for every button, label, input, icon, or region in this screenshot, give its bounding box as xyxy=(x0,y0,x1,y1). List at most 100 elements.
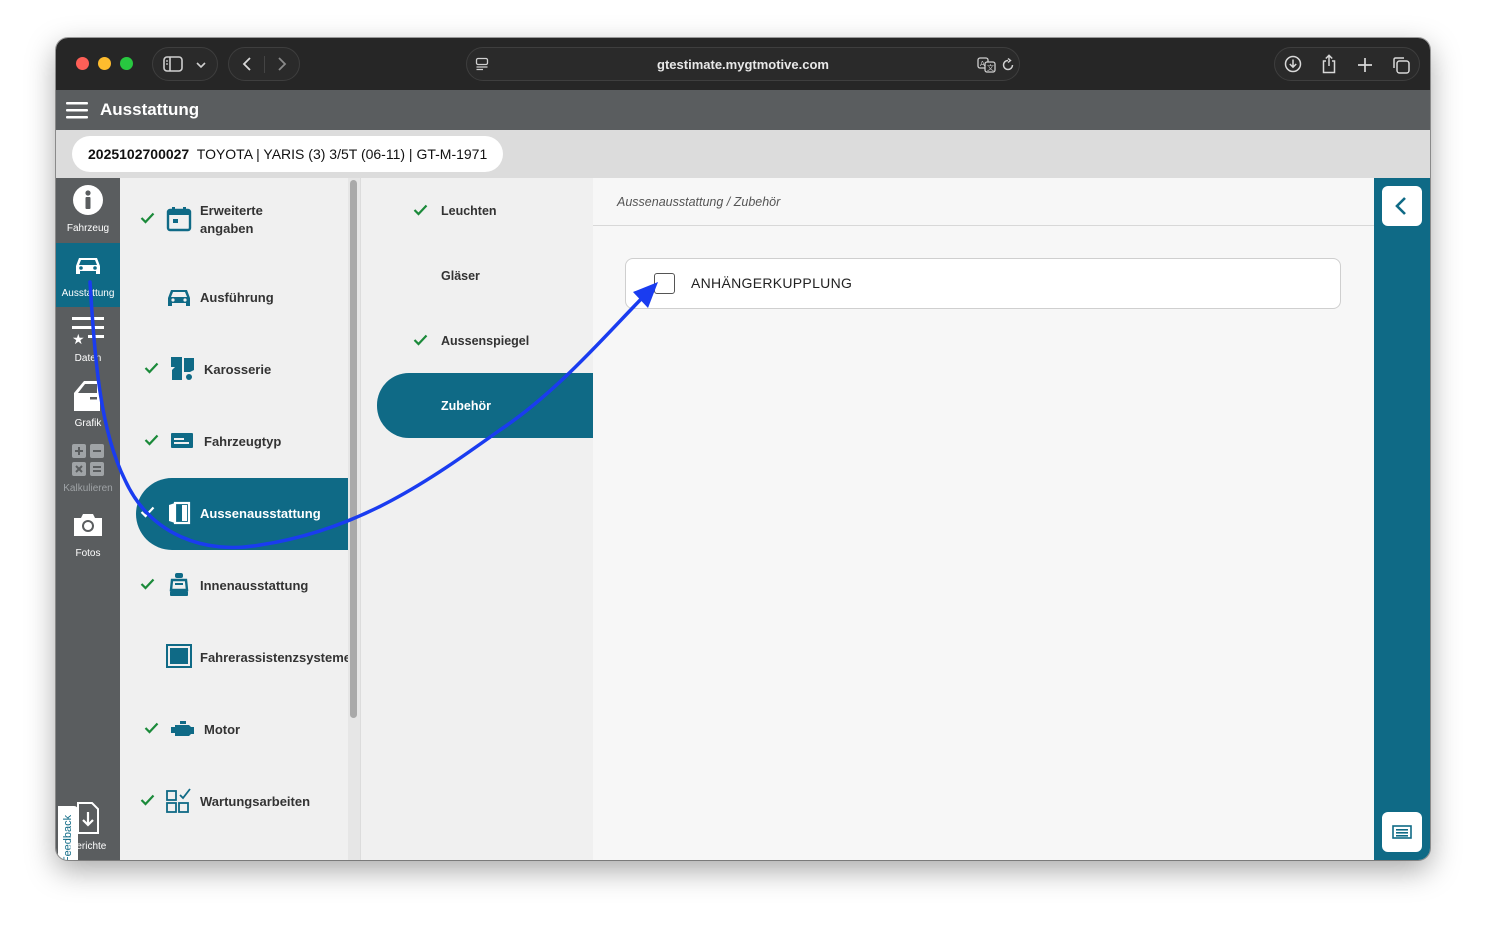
category-label-line1: Erweiterte angaben xyxy=(200,203,263,236)
car-front-icon xyxy=(168,290,190,306)
forward-icon[interactable] xyxy=(276,56,288,72)
check-icon xyxy=(140,506,155,518)
rail-item-fahrzeug[interactable]: Fahrzeug xyxy=(56,178,120,242)
left-rail: Fahrzeug Ausstattung ★ Daten Grafik Kalk… xyxy=(56,178,120,860)
category-item-innenausstattung[interactable]: Innenausstattung xyxy=(120,550,360,622)
reload-icon[interactable] xyxy=(1001,58,1015,72)
vehicle-description: TOYOTA | YARIS (3) 3/5T (06-11) | GT-M-1… xyxy=(196,146,488,162)
chevron-down-icon xyxy=(196,62,206,69)
category-item-motor[interactable]: Motor xyxy=(120,694,360,766)
category-label: Ausführung xyxy=(200,290,274,305)
list-card-icon xyxy=(1392,825,1412,839)
category-scrollbar-thumb[interactable] xyxy=(350,180,357,718)
rail-item-berichte[interactable]: Berichte xyxy=(56,795,120,859)
summary-button[interactable] xyxy=(1382,812,1422,852)
download-icon[interactable] xyxy=(1284,55,1302,73)
seat-icon xyxy=(169,573,189,596)
grid-check-icon xyxy=(166,788,191,813)
check-icon xyxy=(140,212,155,224)
minimize-window-button[interactable] xyxy=(98,57,111,70)
subcategory-item-glaeser[interactable]: Gläser xyxy=(361,243,594,308)
category-label: Motor xyxy=(204,722,241,737)
card-icon xyxy=(171,433,193,448)
rail-label: Fotos xyxy=(75,548,101,559)
tab-overview-icon[interactable] xyxy=(1392,56,1410,74)
back-icon[interactable] xyxy=(241,56,253,72)
rail-label: Grafik xyxy=(74,418,102,429)
rail-item-grafik[interactable]: Grafik xyxy=(56,373,120,437)
subcategory-label: Gläser xyxy=(441,268,480,283)
subcategory-label: Leuchten xyxy=(441,203,497,218)
category-label: Innenausstattung xyxy=(200,578,309,593)
rail-item-kalkulieren[interactable]: Kalkulieren xyxy=(56,438,120,502)
translate-icon[interactable]: A 文 xyxy=(977,57,997,73)
category-label: Erweiterte angaben xyxy=(200,184,263,256)
subcategory-item-zubehoer[interactable]: Zubehör xyxy=(377,373,594,438)
subcategory-label: Aussenspiegel xyxy=(441,333,530,348)
app-header: Ausstattung xyxy=(56,90,1430,130)
category-list: Erweiterteangaben Ausführung Karosserie xyxy=(120,178,360,860)
close-window-button[interactable] xyxy=(76,57,89,70)
screen-icon xyxy=(166,644,192,668)
browser-window: gtestimate.mygtmotive.com A 文 Ausstattun… xyxy=(56,38,1430,860)
hamburger-menu-icon[interactable] xyxy=(66,101,90,119)
check-icon xyxy=(413,204,428,216)
rail-label: Daten xyxy=(74,353,102,364)
svg-text:文: 文 xyxy=(987,63,994,72)
category-item-wartungsarbeiten[interactable]: Wartungsarbeiten xyxy=(120,766,360,838)
rail-item-ausstattung[interactable]: Ausstattung xyxy=(56,243,120,307)
report-download-icon xyxy=(77,802,99,834)
calculator-icon xyxy=(72,444,104,476)
vehicle-id: 2025102700027 xyxy=(88,146,190,162)
category-item-fahrerassistenzsysteme[interactable]: Fahrerassistenzsysteme xyxy=(120,622,360,694)
rail-item-fotos[interactable]: Fotos xyxy=(56,503,120,567)
check-icon xyxy=(144,722,159,734)
rail-label: Kalkulieren xyxy=(63,483,113,494)
check-icon xyxy=(144,362,159,374)
url-text: gtestimate.mygtmotive.com xyxy=(657,57,829,72)
camera-icon xyxy=(74,514,102,536)
category-item-ausfuehrung[interactable]: Ausführung xyxy=(120,262,360,334)
category-item-erweiterte-angaben[interactable]: Erweiterte angaben xyxy=(120,184,360,256)
collapse-panel-button[interactable] xyxy=(1382,186,1422,226)
subcategory-label: Zubehör xyxy=(441,398,491,413)
option-label: ANHÄNGERKUPPLUNG xyxy=(691,275,853,291)
zoom-window-button[interactable] xyxy=(120,57,133,70)
svg-text:★: ★ xyxy=(72,332,85,346)
category-label: Fahrerassistenzsysteme xyxy=(200,650,352,665)
category-item-aussenausstattung[interactable]: Aussenausstattung xyxy=(136,478,348,550)
rail-label: Ausstattung xyxy=(61,288,115,299)
rail-item-daten[interactable]: ★ Daten xyxy=(56,308,120,372)
engine-icon xyxy=(171,721,194,736)
right-panel xyxy=(1374,178,1430,860)
subcategory-item-leuchten[interactable]: Leuchten xyxy=(361,178,594,243)
address-bar[interactable]: gtestimate.mygtmotive.com A 文 xyxy=(466,47,1020,81)
calendar-icon xyxy=(166,207,192,232)
door-icon xyxy=(74,381,100,411)
category-label: Fahrzeugtyp xyxy=(204,434,282,449)
category-item-karosserie[interactable]: Karosserie xyxy=(120,334,360,406)
svg-text:A: A xyxy=(980,60,985,68)
rail-label: Fahrzeug xyxy=(66,223,110,234)
option-checkbox[interactable] xyxy=(654,273,675,294)
page-title: Ausstattung xyxy=(100,100,200,119)
door-panel-icon xyxy=(169,501,191,525)
chevron-left-icon xyxy=(1395,197,1406,215)
category-label: Karosserie xyxy=(204,362,272,377)
subcategory-item-aussenspiegel[interactable]: Aussenspiegel xyxy=(361,308,594,373)
car-icon xyxy=(76,258,100,274)
new-tab-icon[interactable] xyxy=(1357,57,1373,73)
info-icon xyxy=(73,185,103,215)
browser-toolbar: gtestimate.mygtmotive.com A 文 xyxy=(56,38,1430,90)
option-card-anhaengerkupplung[interactable]: ANHÄNGERKUPPLUNG xyxy=(625,258,1341,309)
sidebar-icon xyxy=(163,56,183,72)
category-label: Aussenausstattung xyxy=(200,506,321,521)
breadcrumb: Aussenausstattung / Zubehör xyxy=(617,195,781,209)
check-icon xyxy=(140,794,155,806)
category-item-fahrzeugtyp[interactable]: Fahrzeugtyp xyxy=(120,406,360,478)
browser-actions-group xyxy=(1274,47,1420,81)
vehicle-info-bar: 2025102700027 TOYOTA | YARIS (3) 3/5T (0… xyxy=(56,130,1430,178)
rail-label: Berichte xyxy=(69,841,107,852)
share-icon[interactable] xyxy=(1320,54,1338,74)
sidebar-toggle-group[interactable] xyxy=(152,47,218,81)
